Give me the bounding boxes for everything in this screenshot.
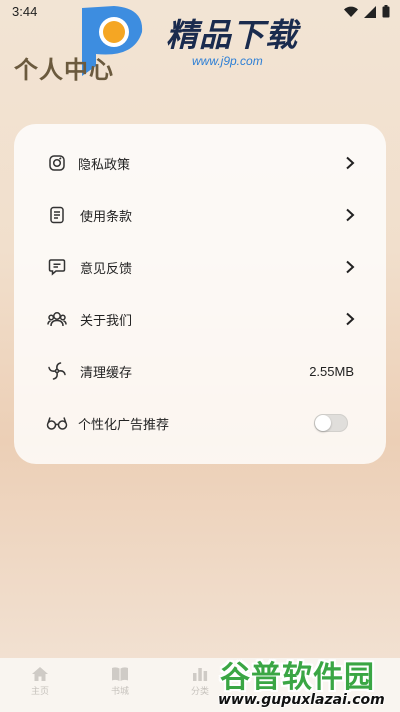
chevron-right-icon xyxy=(346,156,355,170)
feedback-icon xyxy=(46,256,68,278)
nav-item-label: 主页 xyxy=(30,687,49,697)
menu-item-clear-cache[interactable]: 清理缓存 2.55MB xyxy=(14,345,386,397)
privacy-icon xyxy=(46,152,68,174)
menu-item-label: 隐私政策 xyxy=(78,157,131,173)
menu-item-label: 使用条款 xyxy=(80,209,133,225)
users-icon xyxy=(46,308,68,330)
watermark-top-title: 精品下载 xyxy=(166,16,299,54)
menu-item-privacy-policy[interactable]: 隐私政策 xyxy=(14,137,386,189)
chevron-right-icon xyxy=(346,260,355,274)
watermark-top-url: www.j9p.com xyxy=(192,54,263,68)
nav-item-bookstore[interactable]: 书城 xyxy=(90,666,150,697)
menu-item-about-us[interactable]: 关于我们 xyxy=(14,293,386,345)
wifi-icon xyxy=(344,6,358,17)
nav-item-label: 书城 xyxy=(110,687,129,697)
book-icon xyxy=(112,667,128,681)
toggle-knob xyxy=(315,415,331,431)
menu-item-feedback[interactable]: 意见反馈 xyxy=(14,241,386,293)
battery-icon xyxy=(382,5,390,18)
status-icons xyxy=(344,5,390,18)
menu-item-personalized-ads: 个性化广告推荐 xyxy=(14,397,386,449)
page-title: 个人中心 xyxy=(14,55,114,84)
nav-item-home[interactable]: 主页 xyxy=(10,666,70,697)
menu-item-label: 意见反馈 xyxy=(80,261,133,277)
settings-card: 隐私政策 使用条款 意见反馈 关于我们 清理缓存 2.55MB 个性化广告推荐 xyxy=(14,124,386,464)
menu-item-terms-of-use[interactable]: 使用条款 xyxy=(14,189,386,241)
menu-item-label: 关于我们 xyxy=(80,313,133,329)
status-time: 3:44 xyxy=(12,4,38,19)
watermark-bottom: 谷普软件园 www.gupuxlazai.com xyxy=(214,648,400,712)
chevron-right-icon xyxy=(346,208,355,222)
document-icon xyxy=(46,204,68,226)
nav-item-label: 分类 xyxy=(190,687,209,697)
fan-icon xyxy=(46,360,68,382)
watermark-bottom-title: 谷普软件园 xyxy=(220,660,375,695)
watermark-bottom-url: www.gupuxlazai.com xyxy=(218,692,385,708)
cache-size-value: 2.55MB xyxy=(309,363,354,379)
home-icon xyxy=(32,667,48,681)
glasses-icon xyxy=(46,412,68,434)
signal-icon xyxy=(364,5,376,18)
chevron-right-icon xyxy=(346,312,355,326)
menu-item-label: 个性化广告推荐 xyxy=(78,417,170,433)
personalized-ads-toggle[interactable] xyxy=(314,414,348,432)
menu-item-label: 清理缓存 xyxy=(80,365,133,381)
chart-icon xyxy=(193,668,208,681)
